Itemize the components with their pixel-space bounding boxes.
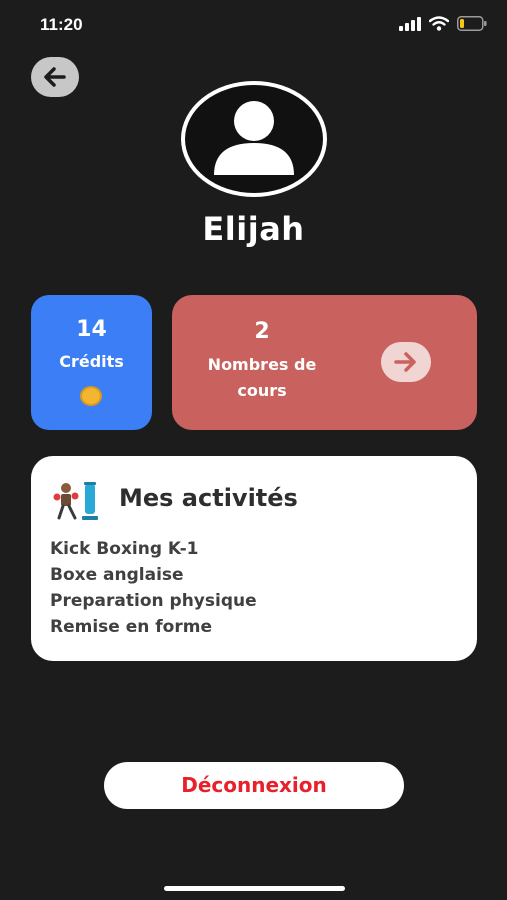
- user-icon: [214, 101, 294, 175]
- courses-label-line2: cours: [237, 381, 287, 400]
- activity-item: Preparation physique: [50, 591, 257, 611]
- courses-label-line1: Nombres de: [207, 355, 317, 374]
- activities-card: Mes activités Kick Boxing K-1 Boxe angla…: [31, 456, 477, 661]
- credits-value: 14: [76, 317, 107, 342]
- wifi-icon: [429, 16, 449, 31]
- logout-button[interactable]: Déconnexion: [104, 762, 404, 809]
- activity-item: Boxe anglaise: [50, 565, 184, 585]
- status-time: 11:20: [40, 15, 83, 34]
- back-button[interactable]: [31, 57, 79, 97]
- activities-title: Mes activités: [119, 484, 298, 512]
- boxing-icon: [53, 482, 98, 520]
- credits-label: Crédits: [59, 352, 124, 371]
- arrow-left-icon: [44, 67, 66, 87]
- activity-item: Kick Boxing K-1: [50, 539, 199, 559]
- arrow-right-icon: [394, 352, 416, 372]
- activity-item: Remise en forme: [50, 617, 212, 637]
- courses-arrow-button[interactable]: [381, 342, 431, 382]
- courses-value: 2: [254, 319, 270, 344]
- status-icons: [399, 16, 487, 31]
- home-indicator: [164, 886, 345, 891]
- avatar: [181, 81, 327, 197]
- user-name: Elijah: [202, 210, 305, 248]
- signal-icon: [399, 16, 421, 31]
- battery-icon: [457, 16, 487, 31]
- activities-list: Kick Boxing K-1 Boxe anglaise Preparatio…: [50, 536, 257, 640]
- courses-card[interactable]: 2 Nombres de cours: [172, 295, 477, 430]
- status-bar: 11:20: [0, 0, 507, 50]
- courses-label: Nombres de cours: [182, 352, 342, 404]
- coin-icon: [80, 386, 102, 406]
- credits-card: 14 Crédits: [31, 295, 152, 430]
